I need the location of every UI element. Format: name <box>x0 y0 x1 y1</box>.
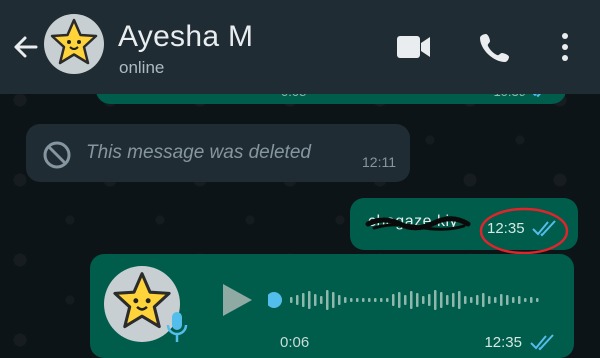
waveform-bar <box>350 298 353 302</box>
voice-duration: 0:06 <box>280 334 310 351</box>
microphone-icon <box>166 312 188 342</box>
contact-status: online <box>119 58 165 77</box>
waveform-bar <box>500 294 503 306</box>
waveform-bar <box>512 297 515 303</box>
contact-avatar[interactable] <box>44 14 104 74</box>
message-time: 12:11 <box>362 154 396 170</box>
waveform-bar <box>530 297 533 303</box>
message-time: 12:35 <box>484 334 522 351</box>
waveform-bar <box>434 290 437 310</box>
waveform-bar <box>296 295 299 305</box>
star-sticker-icon <box>113 272 171 329</box>
waveform-bar <box>326 290 329 310</box>
waveform-bar <box>458 291 461 309</box>
waveform-bar <box>476 295 479 305</box>
waveform-bar <box>470 297 473 303</box>
waveform-bar <box>362 298 365 302</box>
waveform-bar <box>314 294 317 306</box>
waveform-bar <box>332 292 335 308</box>
waveform-bar <box>416 293 419 307</box>
waveform-bar <box>440 292 443 308</box>
voice-message[interactable]: 0:06 12:35 <box>90 254 574 358</box>
waveform-bar <box>356 298 359 302</box>
waveform-bar <box>290 297 293 303</box>
waveform-bar <box>488 296 491 304</box>
deleted-message-text: This message was deleted <box>86 142 311 163</box>
waveform-bar <box>380 298 383 302</box>
waveform-bar <box>374 298 377 302</box>
waveform-bar <box>494 297 497 303</box>
play-icon[interactable] <box>220 282 254 318</box>
waveform-bar <box>392 294 395 306</box>
waveform-bar <box>524 298 527 302</box>
waveform-bar <box>422 296 425 304</box>
waveform-bar <box>368 298 371 302</box>
waveform-bar <box>410 291 413 309</box>
star-sticker-icon <box>50 18 98 65</box>
waveform-bar <box>446 295 449 305</box>
video-call-icon[interactable] <box>395 30 433 64</box>
waveform-bar <box>536 298 539 302</box>
prohibited-icon <box>43 141 71 169</box>
sent-text-message[interactable]: chagaze kiy 12:35 <box>350 198 578 255</box>
waveform-bar <box>320 296 323 304</box>
waveform-bar <box>398 292 401 308</box>
contact-name[interactable]: Ayesha M <box>118 20 253 54</box>
waveform-bar <box>428 294 431 306</box>
waveform-bar <box>464 296 467 304</box>
red-annotation-circle <box>479 207 569 255</box>
waveform-bar <box>386 298 389 302</box>
waveform-bar <box>302 293 305 307</box>
waveform-bar <box>482 293 485 307</box>
back-arrow-icon[interactable] <box>8 30 42 64</box>
waveform-bar <box>518 296 521 304</box>
read-ticks-icon <box>530 334 554 351</box>
more-options-icon[interactable] <box>555 30 575 64</box>
waveform-bar <box>308 291 311 309</box>
waveform-bar <box>404 295 407 305</box>
waveform-bar <box>506 295 509 305</box>
voice-waveform[interactable] <box>268 284 552 316</box>
voice-call-icon[interactable] <box>478 30 512 64</box>
waveform-bar <box>344 297 347 303</box>
waveform-bar <box>338 295 341 305</box>
scribble-overlay <box>365 216 471 231</box>
chat-header: Ayesha M online <box>0 0 600 94</box>
waveform-bar <box>452 293 455 307</box>
playback-position-dot[interactable] <box>268 292 282 308</box>
deleted-message[interactable]: This message was deleted 12:11 <box>26 124 410 182</box>
